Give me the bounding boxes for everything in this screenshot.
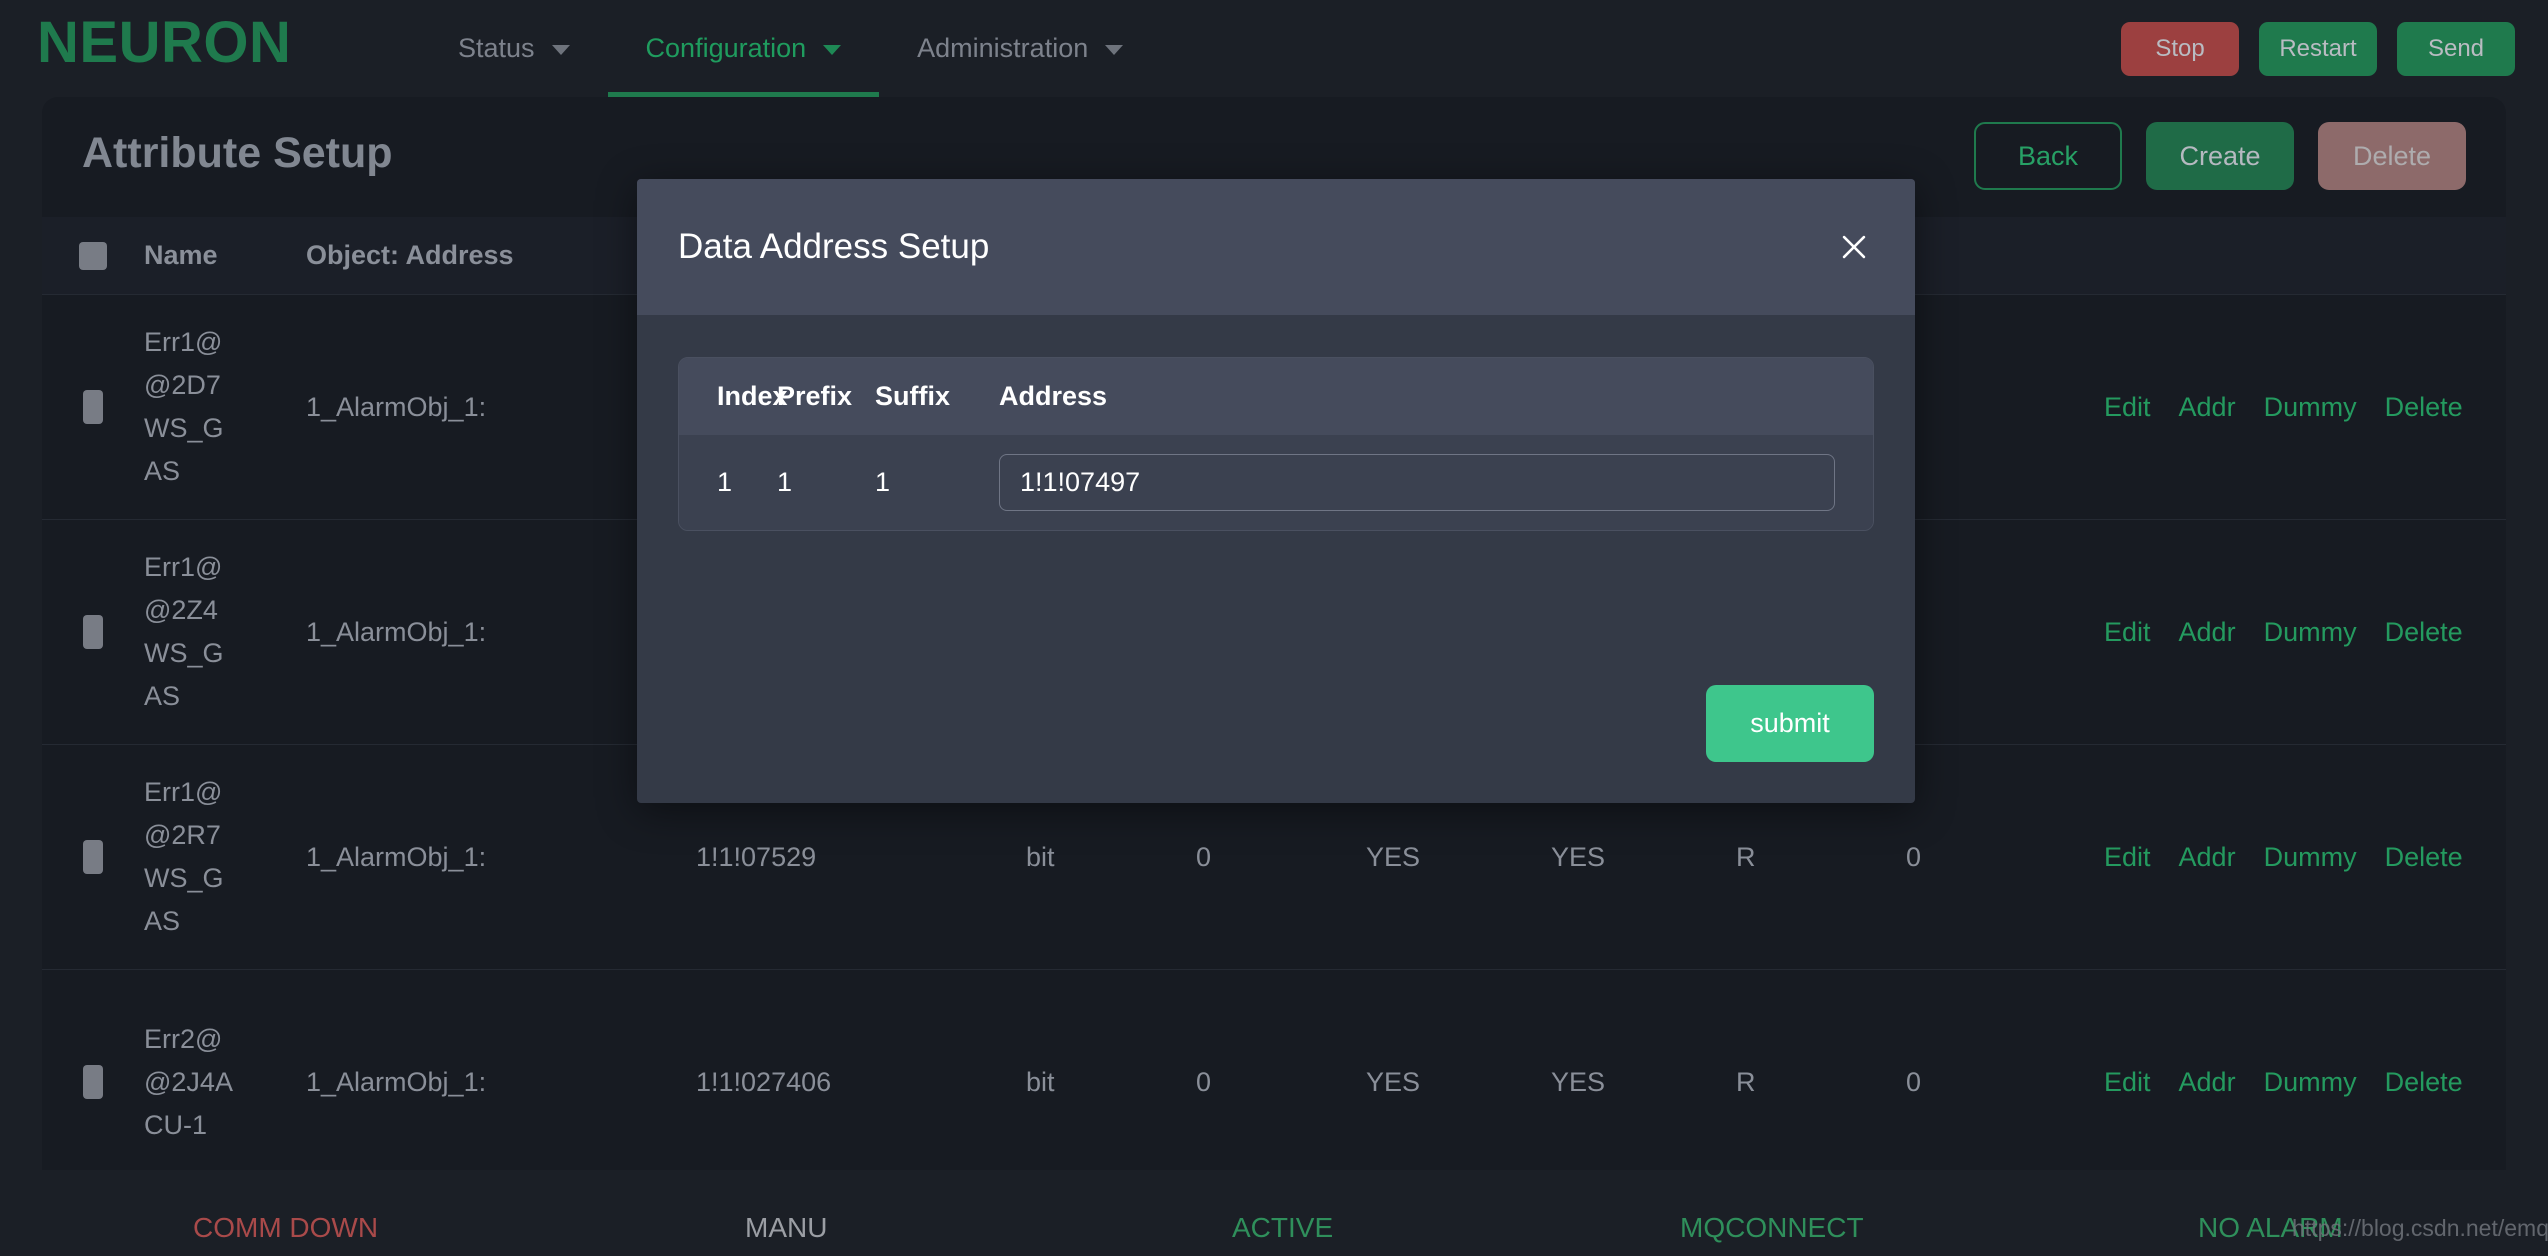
address-table: Index Prefix Suffix Address 1 1 1 xyxy=(678,357,1874,531)
address-column-header-index: Index xyxy=(679,381,777,412)
address-row-prefix: 1 xyxy=(777,467,875,498)
modal-header: Data Address Setup xyxy=(637,179,1915,315)
modal-body: Index Prefix Suffix Address 1 1 1 xyxy=(637,315,1915,531)
address-table-row: 1 1 1 xyxy=(679,435,1873,530)
address-row-suffix: 1 xyxy=(875,467,973,498)
address-row-address-cell xyxy=(973,454,1873,511)
modal-overlay: Data Address Setup Index Prefix Suffix A… xyxy=(0,0,2548,1256)
address-column-header-address: Address xyxy=(973,381,1873,412)
address-column-header-suffix: Suffix xyxy=(875,381,973,412)
data-address-setup-dialog: Data Address Setup Index Prefix Suffix A… xyxy=(637,179,1915,803)
address-table-header-row: Index Prefix Suffix Address xyxy=(679,358,1873,435)
address-row-index: 1 xyxy=(679,467,777,498)
close-icon[interactable] xyxy=(1835,228,1873,266)
address-column-header-prefix: Prefix xyxy=(777,381,875,412)
address-input[interactable] xyxy=(999,454,1835,511)
modal-title: Data Address Setup xyxy=(678,227,989,267)
submit-button[interactable]: submit xyxy=(1706,685,1874,762)
modal-footer: submit xyxy=(1706,685,1874,762)
